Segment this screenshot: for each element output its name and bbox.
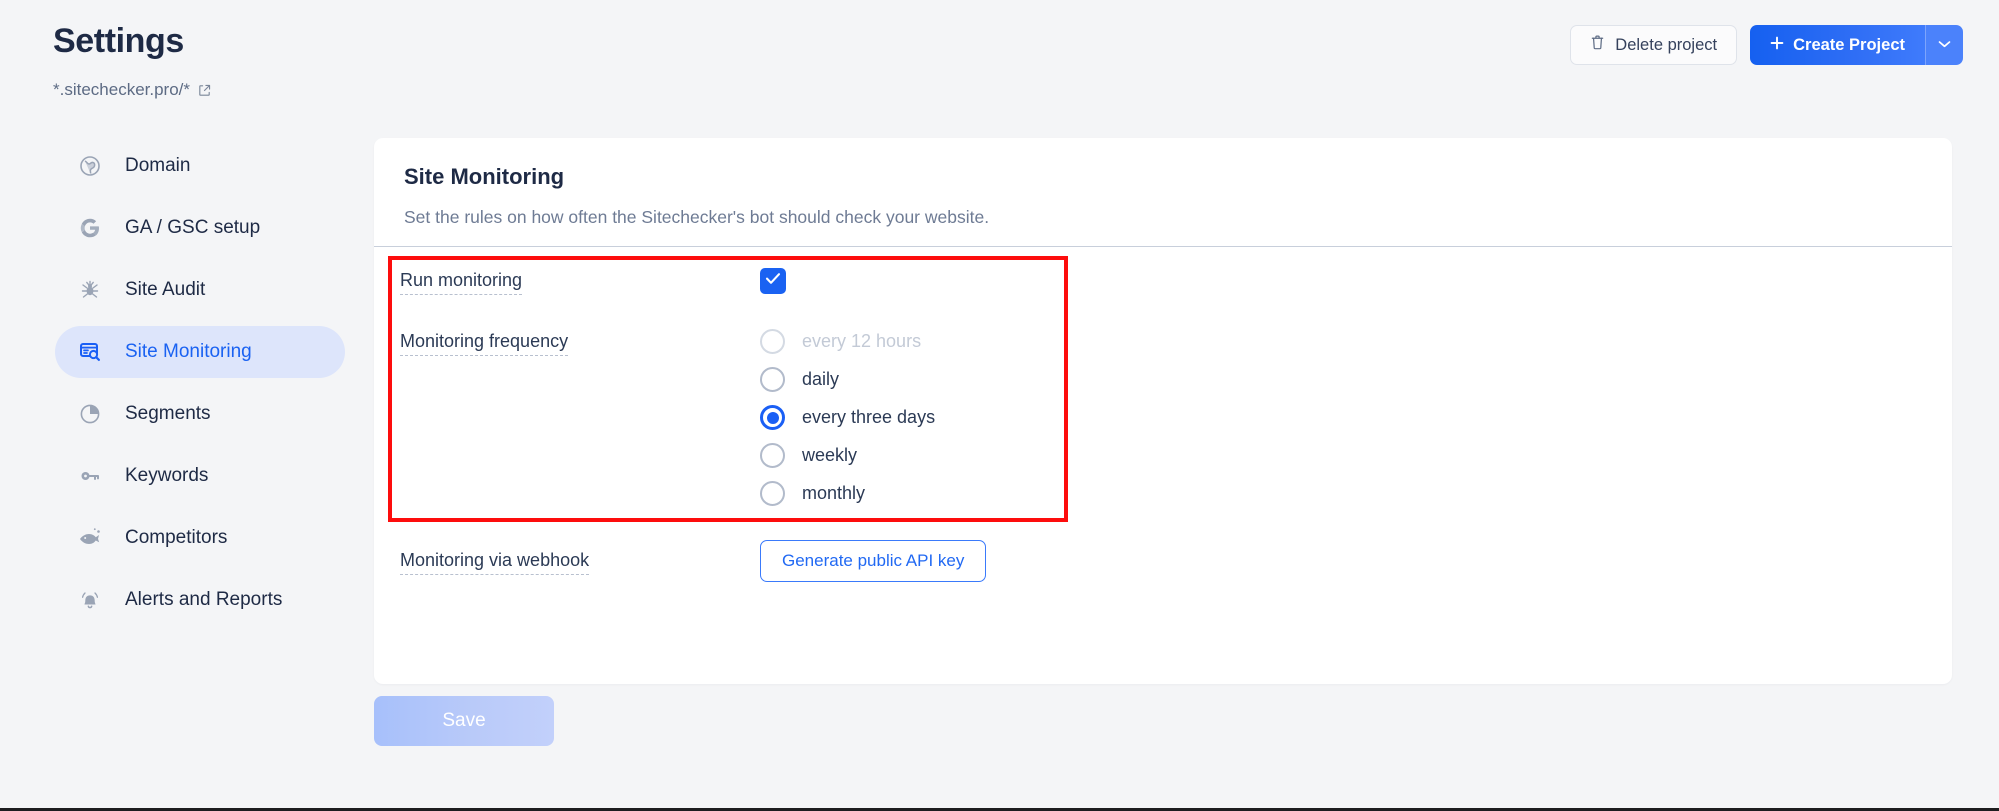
monitoring-frequency-label: Monitoring frequency bbox=[400, 329, 569, 356]
chevron-down-icon bbox=[1938, 36, 1951, 54]
delete-project-button[interactable]: Delete project bbox=[1570, 25, 1738, 65]
frequency-option-daily[interactable]: daily bbox=[760, 367, 935, 392]
page-title: Settings bbox=[53, 22, 184, 60]
page-header: Settings *.sitechecker.pro/* Delete proj… bbox=[0, 0, 1999, 104]
card-header: Site Monitoring Set the rules on how oft… bbox=[374, 138, 1952, 228]
radio-icon bbox=[760, 481, 785, 506]
spider-icon bbox=[77, 277, 103, 303]
frequency-option-every-12-hours[interactable]: every 12 hours bbox=[760, 329, 935, 354]
monitoring-frequency-options: every 12 hours daily every three days we… bbox=[760, 329, 935, 506]
globe-icon bbox=[77, 153, 103, 179]
sidebar-item-label: Domain bbox=[125, 155, 191, 176]
save-button[interactable]: Save bbox=[374, 696, 554, 746]
radio-icon bbox=[760, 367, 785, 392]
monitoring-webhook-label-cell: Monitoring via webhook bbox=[400, 548, 760, 575]
run-monitoring-row: Run monitoring bbox=[400, 268, 1060, 295]
sidebar-item-competitors[interactable]: Competitors bbox=[55, 512, 345, 564]
sidebar-item-keywords[interactable]: Keywords bbox=[55, 450, 345, 502]
generate-public-api-key-button[interactable]: Generate public API key bbox=[760, 540, 987, 582]
header-actions: Delete project Create Project bbox=[1570, 25, 1963, 65]
settings-sidebar: Domain GA / GSC setup Site Audit Site Mo… bbox=[55, 140, 345, 636]
frequency-option-label: monthly bbox=[802, 483, 866, 503]
create-project-group[interactable]: Create Project bbox=[1750, 25, 1963, 65]
delete-project-label: Delete project bbox=[1615, 35, 1718, 54]
project-domain-text: *.sitechecker.pro/* bbox=[53, 80, 191, 99]
card-divider bbox=[374, 246, 1952, 247]
sidebar-item-label: Site Audit bbox=[125, 279, 206, 300]
settings-page: Settings *.sitechecker.pro/* Delete proj… bbox=[0, 0, 1999, 811]
monitoring-webhook-label: Monitoring via webhook bbox=[400, 548, 590, 575]
sidebar-item-site-audit[interactable]: Site Audit bbox=[55, 264, 345, 316]
trash-icon bbox=[1590, 34, 1605, 56]
pie-chart-icon bbox=[77, 401, 103, 427]
sidebar-item-label: Alerts and Reports bbox=[125, 589, 283, 610]
monitor-search-icon bbox=[77, 339, 103, 365]
frequency-option-label: every 12 hours bbox=[802, 331, 922, 351]
project-domain[interactable]: *.sitechecker.pro/* bbox=[53, 80, 212, 100]
sidebar-item-domain[interactable]: Domain bbox=[55, 140, 345, 192]
frequency-option-monthly[interactable]: monthly bbox=[760, 481, 935, 506]
sidebar-item-site-monitoring[interactable]: Site Monitoring bbox=[55, 326, 345, 378]
sidebar-item-label: GA / GSC setup bbox=[125, 217, 261, 238]
check-icon bbox=[765, 272, 781, 290]
bell-icon bbox=[77, 587, 103, 613]
plus-icon bbox=[1770, 36, 1784, 55]
sidebar-item-label: Competitors bbox=[125, 527, 228, 548]
monitoring-frequency-row: Monitoring frequency every 12 hours dail… bbox=[400, 329, 1060, 506]
create-project-dropdown-button[interactable] bbox=[1925, 25, 1963, 65]
sidebar-item-segments[interactable]: Segments bbox=[55, 388, 345, 440]
sidebar-item-alerts-and-reports[interactable]: Alerts and Reports bbox=[55, 574, 345, 626]
create-project-label: Create Project bbox=[1793, 35, 1905, 54]
radio-icon-selected bbox=[760, 405, 785, 430]
frequency-option-every-three-days[interactable]: every three days bbox=[760, 405, 935, 430]
frequency-option-label: weekly bbox=[802, 445, 858, 465]
sidebar-item-label: Site Monitoring bbox=[125, 341, 252, 362]
google-g-icon bbox=[77, 215, 103, 241]
frequency-option-label: daily bbox=[802, 369, 840, 389]
monitoring-frequency-label-cell: Monitoring frequency bbox=[400, 329, 760, 356]
external-link-icon[interactable] bbox=[197, 83, 212, 98]
run-monitoring-label-cell: Run monitoring bbox=[400, 268, 760, 295]
run-monitoring-checkbox[interactable] bbox=[760, 268, 786, 294]
frequency-option-weekly[interactable]: weekly bbox=[760, 443, 935, 468]
sidebar-item-label: Keywords bbox=[125, 465, 209, 486]
monitoring-webhook-row: Monitoring via webhook Generate public A… bbox=[400, 540, 1060, 582]
fish-icon bbox=[77, 525, 103, 551]
run-monitoring-label: Run monitoring bbox=[400, 268, 523, 295]
radio-icon bbox=[760, 443, 785, 468]
monitoring-settings-form: Run monitoring Monitoring frequency ever… bbox=[400, 268, 1060, 582]
card-title: Site Monitoring bbox=[404, 164, 565, 189]
card-subtitle: Set the rules on how often the Sitecheck… bbox=[404, 207, 990, 227]
sidebar-item-label: Segments bbox=[125, 403, 211, 424]
sidebar-item-ga-gsc-setup[interactable]: GA / GSC setup bbox=[55, 202, 345, 254]
radio-icon bbox=[760, 329, 785, 354]
key-icon bbox=[77, 463, 103, 489]
create-project-button[interactable]: Create Project bbox=[1750, 25, 1925, 65]
frequency-option-label: every three days bbox=[802, 407, 936, 427]
